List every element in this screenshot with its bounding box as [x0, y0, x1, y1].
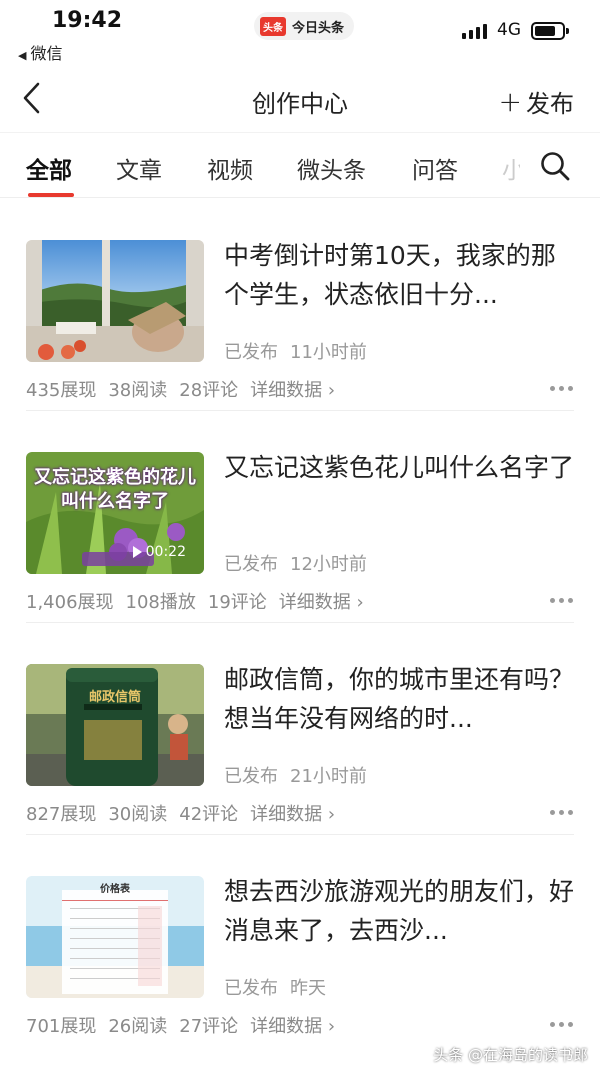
category-tabs: 全部 文章 视频 微头条 问答 小	[0, 132, 600, 198]
back-app-label: 微信	[30, 44, 63, 63]
search-icon	[541, 152, 570, 181]
tab-articles[interactable]: 文章	[116, 151, 162, 185]
tab-all[interactable]: 全部	[26, 151, 72, 185]
battery-icon	[531, 22, 569, 40]
status-time: 19:42	[52, 8, 123, 33]
article-meta: 已发布 昨天	[224, 974, 326, 1000]
publish-button[interactable]: + 发布	[499, 84, 574, 119]
article-stats: 827展现 30阅读 42评论 详细数据 ›	[26, 800, 335, 826]
nav-bar: 创作中心 + 发布	[0, 66, 600, 132]
cellular-signal-icon	[462, 24, 487, 39]
publish-time: 昨天	[290, 978, 326, 999]
plus-icon: +	[498, 84, 522, 118]
price-table-title: 价格表	[100, 884, 130, 895]
article-meta: 已发布 21小时前	[224, 762, 367, 788]
toutiao-logo: 头条	[260, 16, 286, 36]
impressions-count: 827展现	[26, 804, 97, 825]
reads-count: 30阅读	[108, 804, 168, 825]
publish-label: 发布	[526, 90, 574, 118]
tab-qa[interactable]: 问答	[412, 151, 458, 185]
article-card[interactable]: 价格表 想去西沙旅游观光的朋友们，好消息来了，去西沙... 已发布 昨天 701展…	[0, 834, 600, 1046]
mailbox-label: 邮政信筒	[88, 690, 141, 705]
video-duration: 00:22	[145, 544, 186, 560]
back-triangle-icon: ◀	[18, 49, 27, 62]
more-options-icon[interactable]	[550, 1022, 574, 1028]
impressions-count: 1,406展现	[26, 592, 114, 613]
article-title[interactable]: 又忘记这紫色花儿叫什么名字了	[224, 448, 574, 487]
article-card[interactable]: 又忘记这紫色的花儿叫什么名字了 00:22 又忘记这紫色花儿叫什么名字了 已发布…	[0, 410, 600, 623]
detail-data-link[interactable]: 详细数据 ›	[250, 1012, 335, 1038]
reads-count: 26阅读	[108, 1016, 168, 1037]
video-duration-badge: 00:22	[132, 544, 186, 560]
detail-data-link[interactable]: 详细数据 ›	[250, 376, 335, 402]
publish-time: 11小时前	[290, 342, 367, 363]
author-watermark: 头条 @在海岛的读书郎	[433, 1046, 588, 1064]
back-to-app-link[interactable]: ◀ 微信	[18, 40, 62, 64]
play-icon	[132, 546, 142, 558]
impressions-count: 701展现	[26, 1016, 97, 1037]
article-thumbnail[interactable]: 邮政信筒	[26, 664, 204, 786]
tab-partial[interactable]: 小	[502, 151, 520, 185]
article-thumbnail[interactable]: 价格表	[26, 876, 204, 998]
publish-status: 已发布	[224, 342, 278, 363]
publish-status: 已发布	[224, 766, 278, 787]
article-card[interactable]: 邮政信筒 邮政信筒，你的城市里还有吗？想当年没有网络的时... 已发布 21小时前…	[0, 622, 600, 835]
network-type: 4G	[497, 20, 521, 40]
thumbnail-image	[26, 240, 204, 362]
article-card[interactable]: 中考倒计时第10天，我家的那个学生，状态依旧十分... 已发布 11小时前 435…	[0, 198, 600, 411]
comments-count: 19评论	[207, 592, 267, 613]
active-tab-indicator	[28, 193, 74, 197]
plays-count: 108播放	[125, 592, 196, 613]
publish-status: 已发布	[224, 978, 278, 999]
thumbnail-image	[26, 664, 204, 786]
battery-fill	[535, 26, 555, 36]
publish-status: 已发布	[224, 554, 278, 575]
article-meta: 已发布 12小时前	[224, 550, 367, 576]
more-options-icon[interactable]	[550, 810, 574, 816]
status-bar: 19:42 ◀ 微信 头条 今日头条 4G	[0, 0, 600, 66]
publish-time: 12小时前	[290, 554, 367, 575]
article-title[interactable]: 想去西沙旅游观光的朋友们，好消息来了，去西沙...	[224, 872, 574, 950]
article-stats: 435展现 38阅读 28评论 详细数据 ›	[26, 376, 335, 402]
reads-count: 38阅读	[108, 380, 168, 401]
comments-count: 28评论	[179, 380, 239, 401]
comments-count: 27评论	[179, 1016, 239, 1037]
video-caption: 又忘记这紫色的花儿叫什么名字了	[34, 467, 196, 512]
current-app-name: 今日头条	[292, 20, 345, 36]
detail-data-link[interactable]: 详细数据 ›	[250, 800, 335, 826]
current-app-badge: 头条 今日头条	[254, 12, 355, 40]
more-options-icon[interactable]	[550, 386, 574, 392]
publish-time: 21小时前	[290, 766, 367, 787]
search-button[interactable]	[540, 151, 570, 181]
article-title[interactable]: 邮政信筒，你的城市里还有吗？想当年没有网络的时...	[224, 660, 574, 738]
comments-count: 42评论	[179, 804, 239, 825]
article-title[interactable]: 中考倒计时第10天，我家的那个学生，状态依旧十分...	[224, 236, 574, 314]
more-options-icon[interactable]	[550, 598, 574, 604]
article-stats: 1,406展现 108播放 19评论 详细数据 ›	[26, 588, 364, 614]
video-thumbnail[interactable]: 又忘记这紫色的花儿叫什么名字了 00:22	[26, 452, 204, 574]
impressions-count: 435展现	[26, 380, 97, 401]
tab-micro-posts[interactable]: 微头条	[297, 151, 366, 185]
tab-videos[interactable]: 视频	[207, 151, 253, 185]
article-thumbnail[interactable]	[26, 240, 204, 362]
article-stats: 701展现 26阅读 27评论 详细数据 ›	[26, 1012, 335, 1038]
article-meta: 已发布 11小时前	[224, 338, 367, 364]
detail-data-link[interactable]: 详细数据 ›	[279, 588, 364, 614]
